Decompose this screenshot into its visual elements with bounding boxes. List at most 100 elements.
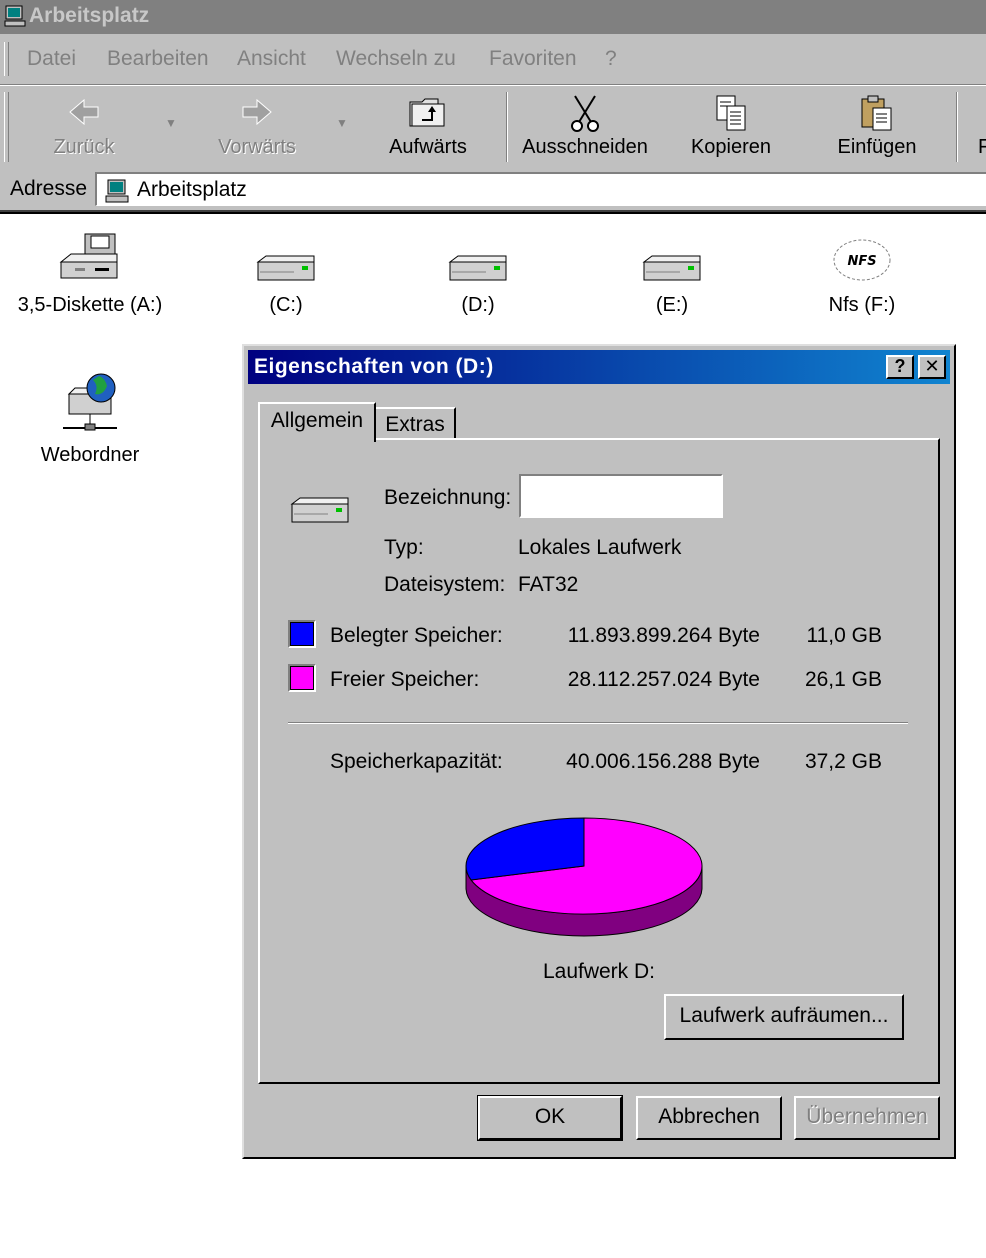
window-title: Arbeitsplatz [29, 4, 150, 27]
back-button[interactable]: Zurück [30, 90, 138, 166]
menu-bearbeiten[interactable]: Bearbeiten [107, 47, 209, 71]
capacity-bytes: 40.006.156.288 Byte [566, 750, 760, 773]
cancel-label: Abbrechen [658, 1105, 760, 1128]
paste-label: Einfügen [837, 136, 917, 158]
forward-arrow-icon [242, 98, 272, 126]
folder-up-icon [409, 98, 445, 127]
drive-d-label: (D:) [461, 294, 495, 316]
forward-dropdown-icon[interactable]: ▼ [336, 116, 348, 130]
hard-drive-icon [256, 255, 315, 281]
forward-button[interactable]: Vorwärts [202, 90, 312, 166]
my-computer-icon [105, 179, 129, 203]
web-folder[interactable]: Webordner [10, 372, 170, 467]
address-value: Arbeitsplatz [137, 178, 247, 201]
type-label: Typ: [384, 536, 424, 559]
drive-e-label: (E:) [655, 294, 689, 316]
cut-button[interactable]: Ausschneiden [514, 90, 656, 166]
disk-cleanup-button[interactable]: Laufwerk aufräumen... [664, 994, 904, 1040]
help-button[interactable]: ? [886, 355, 914, 379]
hard-drive-icon [290, 497, 349, 523]
cut-label: Ausschneiden [522, 136, 648, 158]
menu-wechseln-zu-label: Wechseln zu [336, 47, 456, 70]
paste-icon [861, 95, 892, 131]
used-space-swatch [288, 620, 316, 648]
floppy-drive-icon [59, 233, 118, 279]
drive-f-label: Nfs (F:) [828, 294, 896, 316]
drive-e[interactable]: (E:) [592, 248, 752, 317]
menu-wechseln-zu[interactable]: Wechseln zu [336, 47, 456, 71]
my-computer-icon [4, 5, 26, 27]
paste-button[interactable]: Einfügen [822, 90, 932, 166]
drive-caption: Laufwerk D: [542, 960, 656, 983]
menu-datei[interactable]: Datei [27, 47, 76, 71]
used-space-bytes: 11.893.899.264 Byte [567, 624, 760, 647]
ok-button[interactable]: OK [477, 1095, 623, 1141]
tab-panel-allgemein: Bezeichnung: Typ: Lokales Laufwerk Datei… [258, 438, 940, 1084]
scissors-icon [571, 95, 599, 132]
close-button[interactable]: ✕ [918, 355, 946, 379]
address-field[interactable]: Arbeitsplatz [95, 172, 986, 206]
question-icon: ? [894, 356, 906, 376]
menu-grip[interactable] [4, 42, 9, 76]
type-value: Lokales Laufwerk [518, 536, 682, 559]
address-label: Adresse [10, 177, 88, 200]
toolbar-overflow-fragment[interactable]: F [978, 136, 986, 159]
up-label: Aufwärts [389, 136, 467, 158]
drive-f[interactable]: NFS Nfs (F:) [782, 234, 942, 317]
hard-drive-icon [448, 255, 507, 281]
address-bar: Adresse Arbeitsplatz [0, 170, 986, 212]
back-label: Zurück [53, 136, 115, 158]
name-input[interactable] [519, 474, 723, 518]
copy-icon [716, 95, 746, 131]
web-folder-icon [63, 373, 117, 431]
menu-ansicht[interactable]: Ansicht [237, 47, 306, 71]
menu-help-label: ? [605, 47, 617, 70]
filesystem-value: FAT32 [518, 573, 579, 596]
menu-bearbeiten-label: Bearbeiten [107, 47, 209, 70]
name-label: Bezeichnung: [384, 486, 512, 509]
drive-d[interactable]: (D:) [398, 248, 558, 317]
used-space-gb: 11,0 GB [806, 624, 883, 647]
web-folder-label: Webordner [40, 444, 140, 466]
drive-c[interactable]: (C:) [206, 248, 366, 317]
dialog-title: Eigenschaften von (D:) [254, 355, 494, 378]
copy-label: Kopieren [690, 136, 772, 158]
separator [288, 722, 908, 724]
dialog-titlebar[interactable]: Eigenschaften von (D:) ? ✕ [248, 350, 950, 384]
menu-favoriten[interactable]: Favoriten [489, 47, 577, 71]
toolbar: Zurück ▼ Vorwärts ▼ Aufwärts Ausschneide… [0, 85, 986, 171]
up-button[interactable]: Aufwärts [372, 90, 484, 166]
back-dropdown-icon[interactable]: ▼ [165, 116, 177, 130]
drive-a[interactable]: 3,5-Diskette (A:) [10, 232, 170, 317]
drive-a-label: 3,5-Diskette (A:) [17, 294, 163, 316]
menu-ansicht-label: Ansicht [237, 47, 306, 70]
tab-extras[interactable]: Extras [374, 407, 456, 439]
tab-allgemein[interactable]: Allgemein [258, 402, 376, 442]
tab-allgemein-label: Allgemein [270, 409, 364, 432]
apply-label: Übernehmen [806, 1105, 928, 1128]
used-space-label: Belegter Speicher: [330, 624, 503, 647]
free-space-label: Freier Speicher: [330, 668, 480, 691]
menu-help[interactable]: ? [605, 47, 617, 71]
nfs-drive-icon: NFS [833, 239, 891, 281]
menu-datei-label: Datei [27, 47, 77, 70]
menu-bar: Datei Bearbeiten Ansicht Wechseln zu Fav… [0, 34, 986, 85]
window-titlebar[interactable]: Arbeitsplatz [0, 0, 986, 34]
tab-extras-label: Extras [385, 413, 445, 436]
toolbar-separator [956, 92, 958, 162]
capacity-gb: 37,2 GB [804, 750, 882, 773]
toolbar-separator [506, 92, 508, 162]
cancel-button[interactable]: Abbrechen [636, 1096, 782, 1140]
copy-button[interactable]: Kopieren [676, 90, 786, 166]
ok-label: OK [534, 1105, 566, 1128]
content-divider [0, 212, 986, 224]
drive-c-label: (C:) [269, 294, 303, 316]
toolbar-grip[interactable] [4, 92, 9, 162]
apply-button[interactable]: Übernehmen [794, 1096, 940, 1140]
forward-label: Vorwärts [218, 136, 296, 158]
close-icon: ✕ [924, 356, 940, 376]
back-arrow-icon [69, 98, 99, 126]
free-space-bytes: 28.112.257.024 Byte [567, 668, 760, 691]
free-space-swatch [288, 664, 316, 692]
free-space-gb: 26,1 GB [804, 668, 882, 691]
